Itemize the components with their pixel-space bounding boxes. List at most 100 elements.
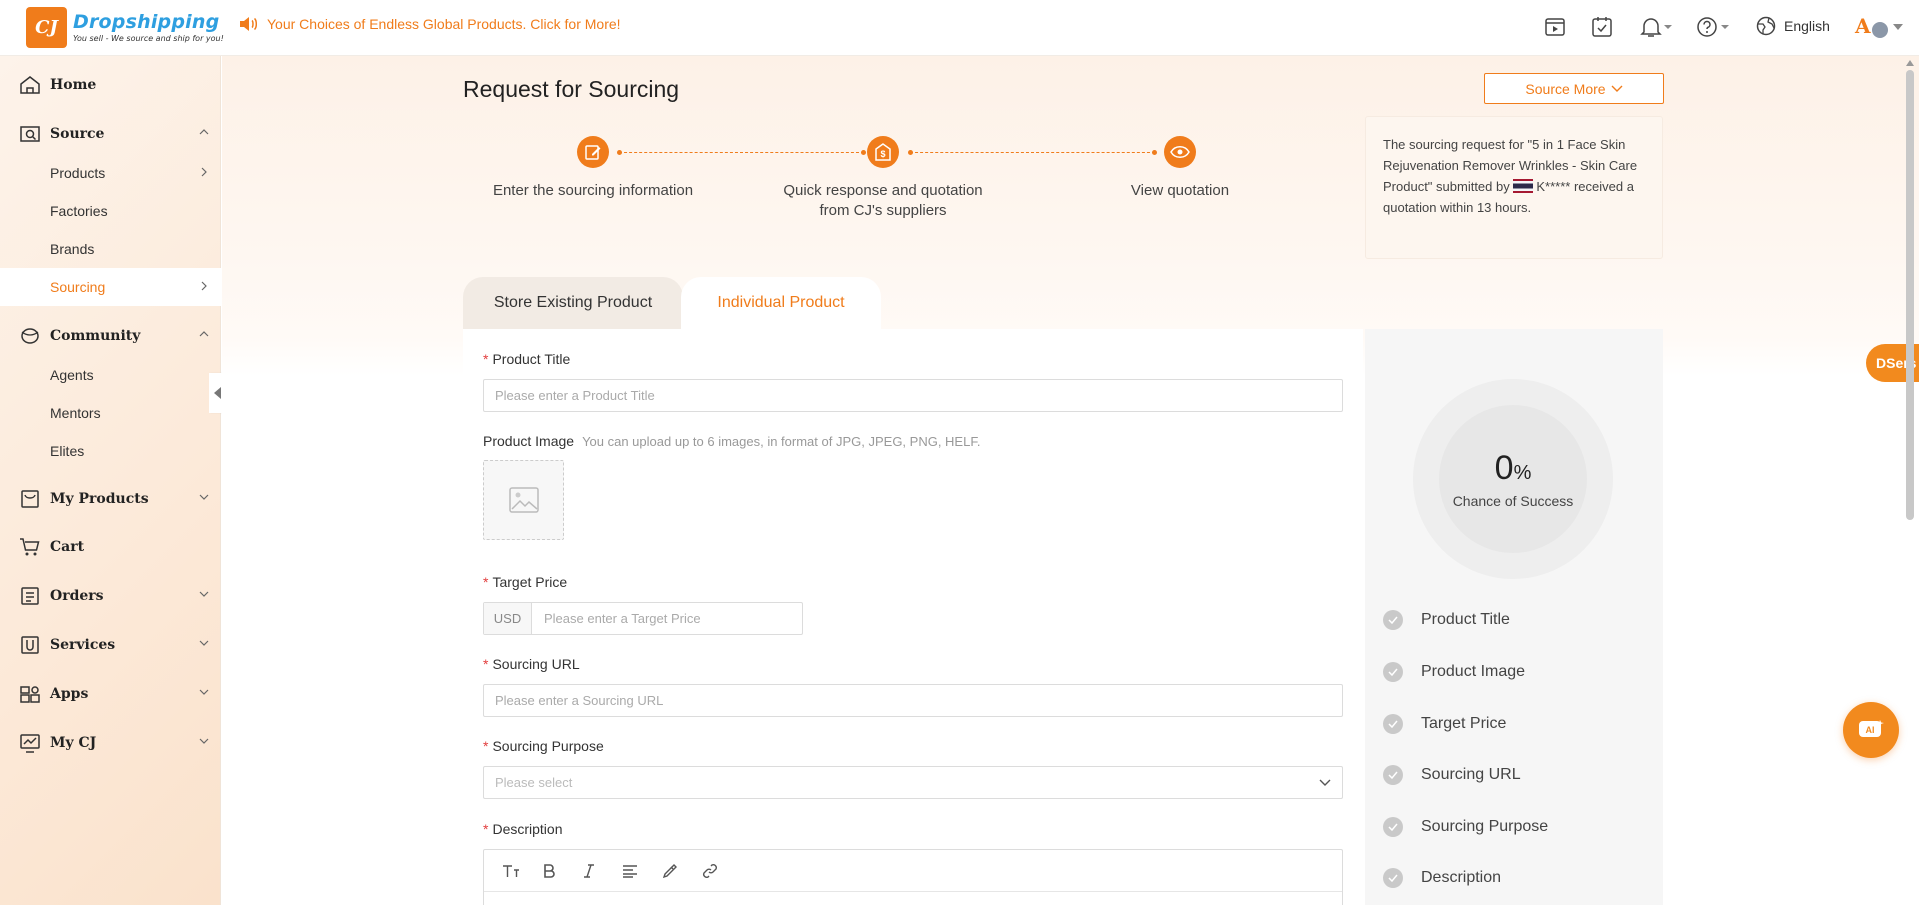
sourcing-url-input[interactable]: Please enter a Sourcing URL bbox=[483, 684, 1343, 717]
check-icon bbox=[1383, 868, 1403, 888]
success-label: Chance of Success bbox=[1452, 492, 1574, 509]
source-icon bbox=[20, 126, 40, 142]
orders-icon bbox=[21, 587, 39, 605]
image-upload-button[interactable] bbox=[483, 460, 564, 540]
italic-icon[interactable] bbox=[582, 861, 622, 881]
product-image-label: Product Image You can upload up to 6 imag… bbox=[483, 433, 981, 449]
sidebar-item-agents[interactable]: Agents bbox=[0, 356, 221, 394]
sidebar-item-elites[interactable]: Elites bbox=[0, 432, 221, 470]
scrollbar-thumb[interactable] bbox=[1906, 70, 1914, 520]
chevron-right-icon bbox=[201, 281, 207, 291]
my-cj-icon bbox=[20, 734, 40, 753]
sidebar-item-my-products[interactable]: My Products bbox=[0, 480, 221, 518]
logo[interactable]: CJ Dropshipping You sell - We source and… bbox=[26, 7, 224, 48]
checklist-item: Product Image bbox=[1383, 660, 1525, 684]
ai-chat-icon: AI bbox=[1859, 720, 1884, 737]
avatar-dropdown-icon[interactable] bbox=[1893, 24, 1903, 30]
sidebar-item-mentors[interactable]: Mentors bbox=[0, 394, 221, 432]
sidebar-item-home[interactable]: Home bbox=[0, 66, 221, 104]
link-icon[interactable] bbox=[702, 861, 742, 881]
check-icon bbox=[1383, 765, 1403, 785]
tab-individual-product[interactable]: Individual Product bbox=[681, 277, 881, 329]
sidebar-item-sourcing[interactable]: Sourcing bbox=[0, 268, 221, 306]
step-connector bbox=[617, 150, 866, 155]
notification-bell-icon[interactable] bbox=[1640, 16, 1674, 38]
bold-icon[interactable] bbox=[542, 861, 582, 881]
checklist-item: Target Price bbox=[1383, 712, 1506, 736]
speaker-icon bbox=[239, 16, 267, 32]
avatar[interactable]: A bbox=[1855, 14, 1871, 38]
globe-icon bbox=[1756, 16, 1776, 36]
scroll-up-arrow[interactable] bbox=[1906, 60, 1914, 66]
success-gauge: 0% Chance of Success bbox=[1413, 379, 1613, 579]
announcement-text: Your Choices of Endless Global Products.… bbox=[267, 16, 621, 32]
check-icon bbox=[1383, 610, 1403, 630]
align-icon[interactable] bbox=[622, 861, 662, 881]
editor-toolbar bbox=[484, 850, 1342, 892]
success-percent: 0% bbox=[1494, 448, 1532, 487]
eye-icon bbox=[1164, 136, 1196, 168]
logo-mark: CJ bbox=[26, 7, 67, 48]
image-placeholder-icon bbox=[508, 487, 539, 513]
chevron-down-icon bbox=[199, 494, 209, 500]
sourcing-purpose-label: * Sourcing Purpose bbox=[483, 738, 604, 754]
edit-icon bbox=[577, 136, 609, 168]
quotation-notice: The sourcing request for "5 in 1 Face Sk… bbox=[1365, 116, 1663, 259]
top-bar: CJ Dropshipping You sell - We source and… bbox=[0, 0, 1919, 56]
announcement-link[interactable]: Your Choices of Endless Global Products.… bbox=[239, 16, 621, 32]
sidebar-item-products[interactable]: Products bbox=[0, 154, 221, 192]
language-label: English bbox=[1784, 18, 1830, 34]
sourcing-url-label: * Sourcing URL bbox=[483, 656, 580, 672]
tab-store-existing-product[interactable]: Store Existing Product bbox=[463, 277, 683, 329]
home-icon bbox=[20, 76, 40, 94]
sidebar: Home Source Products Factories Brands So… bbox=[0, 56, 221, 905]
step-3-label: View quotation bbox=[1130, 182, 1230, 199]
checklist-item: Sourcing Purpose bbox=[1383, 815, 1548, 839]
ai-assistant-button[interactable]: AI bbox=[1843, 702, 1899, 758]
description-editor[interactable] bbox=[483, 849, 1343, 905]
step-connector bbox=[908, 150, 1157, 155]
highlight-icon[interactable] bbox=[662, 861, 702, 881]
product-title-input[interactable]: Please enter a Product Title bbox=[483, 379, 1343, 412]
check-icon bbox=[1383, 662, 1403, 682]
sourcing-steps: $ Enter the sourcing information Quick r… bbox=[463, 136, 1363, 226]
chevron-up-icon bbox=[199, 331, 209, 337]
sourcing-purpose-select[interactable]: Please select bbox=[483, 766, 1343, 799]
sidebar-item-factories[interactable]: Factories bbox=[0, 192, 221, 230]
sidebar-item-community[interactable]: Community bbox=[0, 317, 221, 355]
font-size-icon[interactable] bbox=[502, 861, 542, 881]
chevron-down-icon bbox=[1319, 779, 1331, 786]
task-icon[interactable] bbox=[1591, 16, 1613, 38]
video-icon[interactable] bbox=[1544, 16, 1566, 38]
language-selector[interactable]: English bbox=[1756, 16, 1830, 36]
services-icon bbox=[21, 636, 39, 654]
thailand-flag-icon bbox=[1513, 179, 1534, 193]
source-more-button[interactable]: Source More bbox=[1484, 73, 1664, 104]
sidebar-item-services[interactable]: Services bbox=[0, 626, 221, 664]
chevron-down-icon bbox=[1611, 85, 1623, 92]
checklist-item: Sourcing URL bbox=[1383, 763, 1521, 787]
sidebar-item-orders[interactable]: Orders bbox=[0, 577, 221, 615]
sidebar-item-brands[interactable]: Brands bbox=[0, 230, 221, 268]
sidebar-item-cart[interactable]: Cart bbox=[0, 528, 221, 566]
avatar-badge bbox=[1872, 22, 1888, 38]
target-price-label: * Target Price bbox=[483, 574, 568, 590]
page-title: Request for Sourcing bbox=[463, 76, 680, 102]
chevron-up-icon bbox=[199, 129, 209, 135]
check-icon bbox=[1383, 817, 1403, 837]
success-chance-panel: 0% Chance of Success Product Title Produ… bbox=[1365, 329, 1663, 905]
target-price-input[interactable]: USD Please enter a Target Price bbox=[483, 602, 803, 635]
product-image-hint: You can upload up to 6 images, in format… bbox=[582, 434, 981, 449]
sidebar-item-my-cj[interactable]: My CJ bbox=[0, 724, 221, 762]
logo-subtitle: You sell - We source and ship for you! bbox=[73, 33, 224, 43]
sourcing-form: * Product Title Please enter a Product Ti… bbox=[463, 329, 1363, 905]
chevron-down-icon bbox=[199, 689, 209, 695]
sidebar-item-apps[interactable]: Apps bbox=[0, 675, 221, 713]
apps-icon bbox=[20, 686, 40, 703]
check-icon bbox=[1383, 714, 1403, 734]
help-icon[interactable] bbox=[1696, 16, 1732, 38]
sidebar-item-source[interactable]: Source bbox=[0, 115, 221, 153]
community-icon bbox=[21, 328, 39, 344]
step-2-label: Quick response and quotation from CJ's s… bbox=[783, 182, 983, 219]
currency-prefix: USD bbox=[484, 603, 532, 634]
